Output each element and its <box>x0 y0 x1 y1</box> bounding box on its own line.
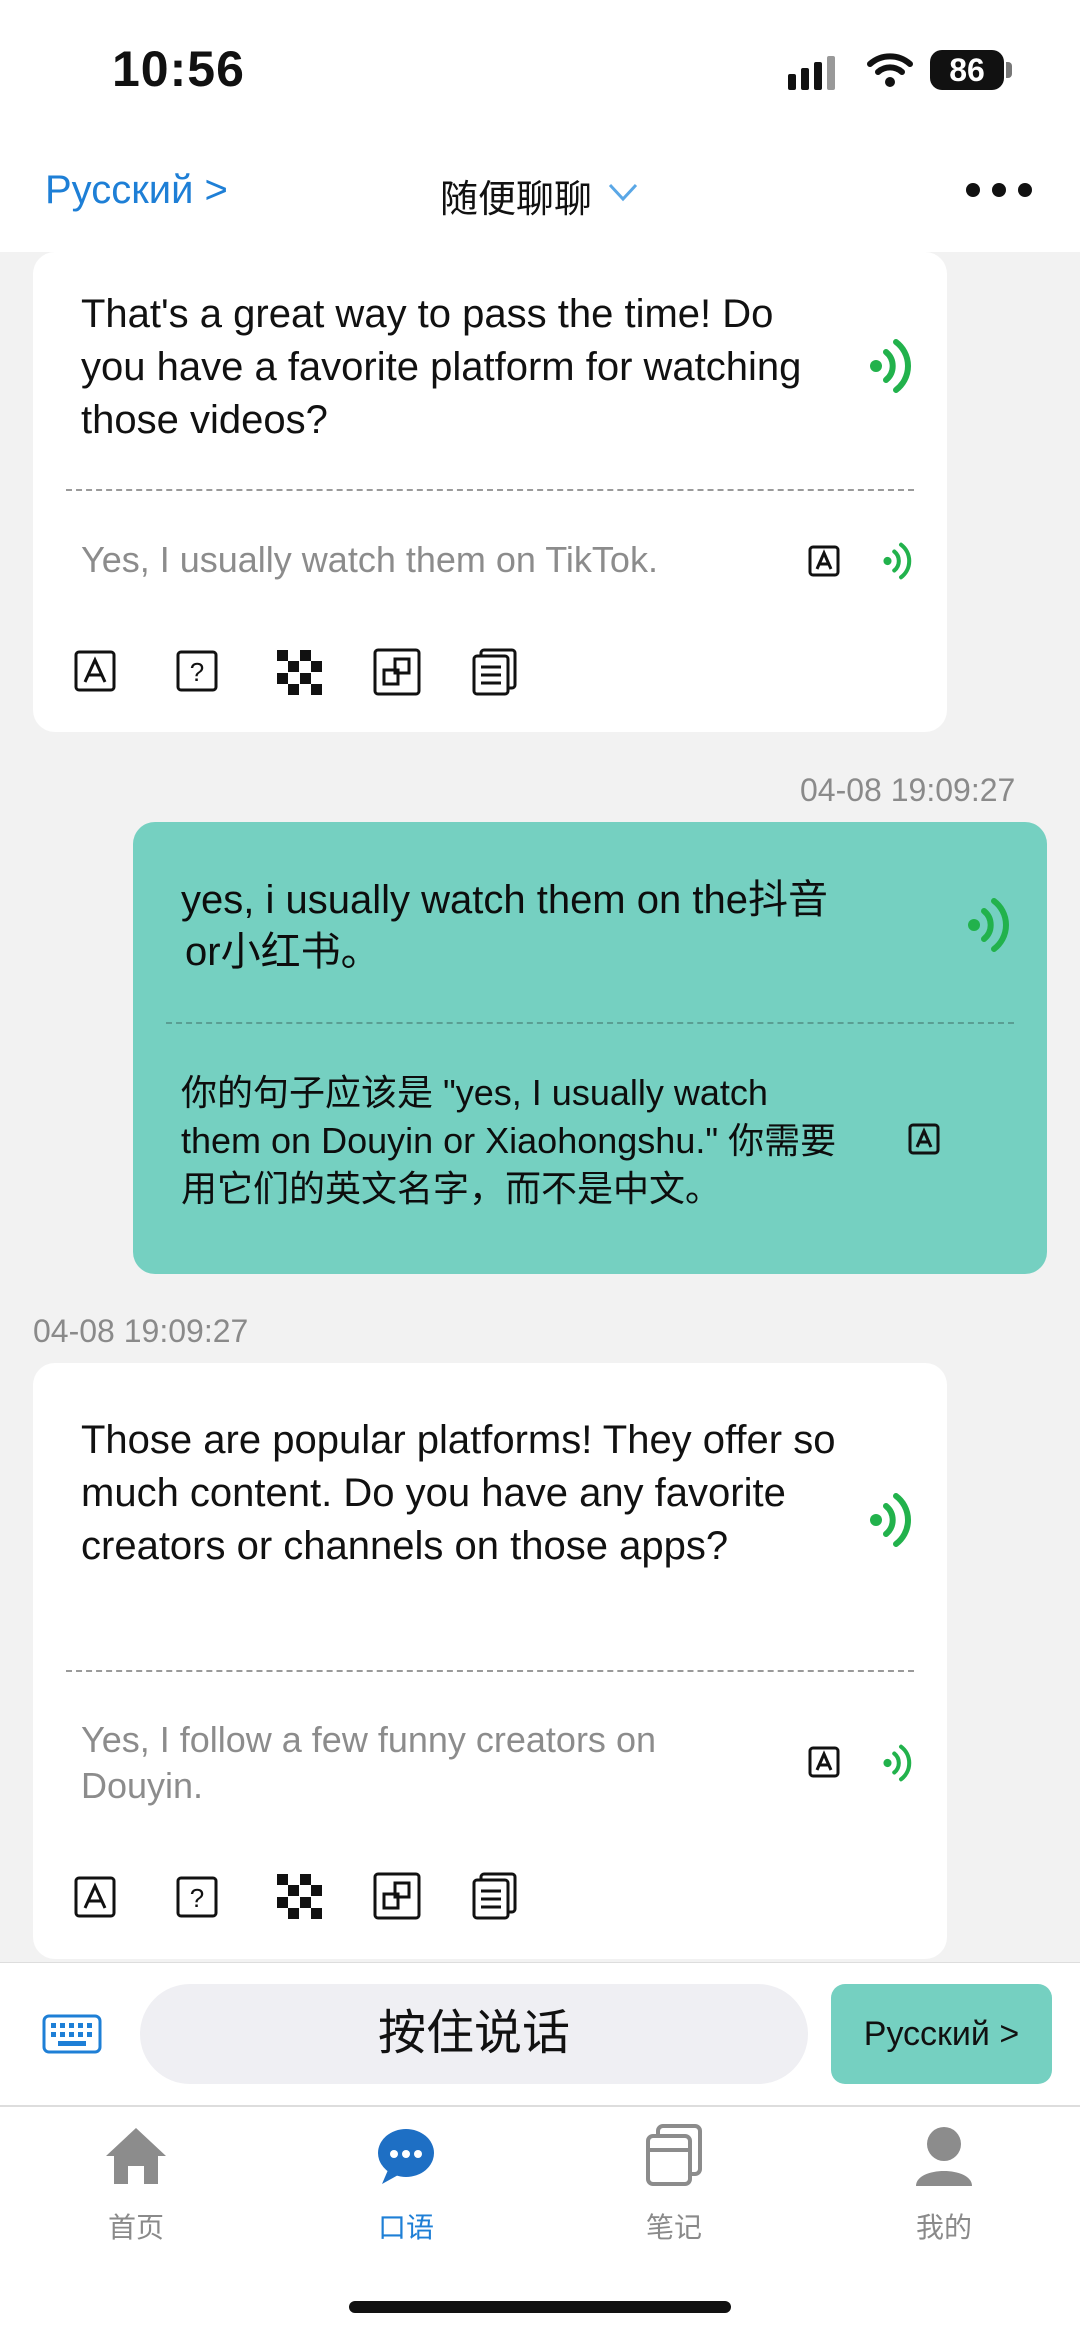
correction-feedback-text: 你的句子应该是 "yes, I usually watch them on Do… <box>181 1072 837 1209</box>
divider <box>66 1670 914 1672</box>
notes-list-icon[interactable] <box>471 648 519 696</box>
question-icon[interactable]: ? <box>176 650 218 692</box>
divider <box>166 1022 1014 1024</box>
dot-icon <box>966 183 980 197</box>
home-icon <box>106 2128 166 2184</box>
chat-bubble-icon <box>378 2129 434 2184</box>
cellular-signal-icon <box>788 56 835 90</box>
speaker-icon[interactable] <box>880 1744 914 1782</box>
tab-home[interactable]: 首页 <box>66 2120 206 2250</box>
translate-icon[interactable] <box>74 1876 116 1918</box>
language-switch-link[interactable]: Русский > <box>45 168 228 213</box>
language-select-button[interactable]: Русский > <box>831 1984 1052 2084</box>
ai-message-text: Those are popular platforms! They offer … <box>81 1418 836 1568</box>
suggested-reply-text: Yes, I follow a few funny creators on Do… <box>81 1719 656 1806</box>
translate-icon[interactable] <box>908 1123 942 1157</box>
translate-icon[interactable] <box>808 1746 842 1780</box>
compare-icon[interactable] <box>373 1872 421 1920</box>
checker-grid-icon[interactable] <box>277 650 323 696</box>
notes-icon <box>646 2124 702 2186</box>
translate-icon[interactable] <box>808 545 842 579</box>
speaker-icon[interactable] <box>868 1492 912 1548</box>
dot-icon <box>992 183 1006 197</box>
speaker-icon[interactable] <box>868 338 912 394</box>
notes-list-icon[interactable] <box>471 1872 519 1920</box>
message-timestamp: 04-08 19:09:27 <box>33 1313 249 1349</box>
more-options-button[interactable] <box>966 183 1044 202</box>
suggested-reply-text: Yes, I usually watch them on TikTok. <box>81 539 658 580</box>
battery-level: 86 <box>930 50 1004 90</box>
svg-text:?: ? <box>190 657 204 687</box>
tab-label: 笔记 <box>645 2212 702 2243</box>
checker-grid-icon[interactable] <box>277 1874 323 1920</box>
tab-label: 口语 <box>377 2212 434 2243</box>
message-timestamp: 04-08 19:09:27 <box>800 772 1016 808</box>
ai-message-text: That's a great way to pass the time! Do … <box>81 292 802 442</box>
svg-text:?: ? <box>190 1883 204 1913</box>
tab-profile[interactable]: 我的 <box>874 2120 1014 2250</box>
user-message-line1: yes, i usually watch them on the抖音 <box>181 878 828 922</box>
divider <box>66 489 914 491</box>
speaker-icon[interactable] <box>880 542 914 580</box>
hold-to-talk-button[interactable]: 按住说话 <box>140 1984 808 2084</box>
tab-notes[interactable]: 笔记 <box>604 2120 744 2250</box>
conversation-topic-title[interactable]: 随便聊聊 <box>440 168 592 223</box>
home-indicator <box>349 2301 731 2313</box>
battery-tip <box>1006 62 1012 78</box>
wifi-icon <box>867 53 913 87</box>
question-icon[interactable]: ? <box>176 1876 218 1918</box>
profile-icon <box>916 2127 972 2186</box>
status-time: 10:56 <box>112 41 245 97</box>
chevron-down-icon[interactable] <box>608 182 638 202</box>
user-message-line2: or小红书。 <box>185 930 381 974</box>
dot-icon <box>1018 183 1032 197</box>
translate-icon[interactable] <box>74 650 116 692</box>
keyboard-icon[interactable] <box>42 2014 102 2054</box>
tab-speaking[interactable]: 口语 <box>336 2120 476 2250</box>
tab-label: 我的 <box>915 2212 972 2243</box>
compare-icon[interactable] <box>373 648 421 696</box>
tab-label: 首页 <box>107 2212 164 2243</box>
speaker-icon[interactable] <box>966 897 1010 953</box>
